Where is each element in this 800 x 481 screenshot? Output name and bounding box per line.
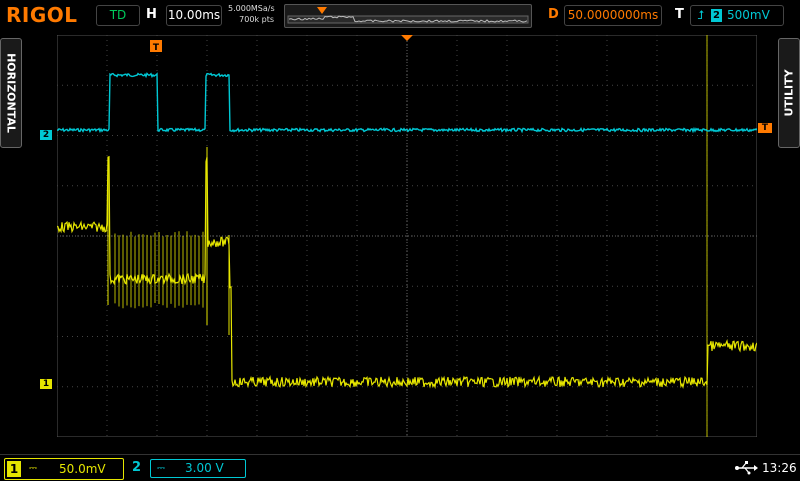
horizontal-tab-label: HORIZONTAL	[4, 53, 18, 133]
timebase-value[interactable]: 10.00ms	[166, 5, 222, 26]
dc-coupling-icon: ⎓	[29, 463, 37, 474]
memory-overview-graphic	[287, 7, 529, 24]
ch1-settings[interactable]: 1 ⎓ 50.0mV	[4, 458, 124, 480]
channel-bar: 1 ⎓ 50.0mV 2 ⎓ 3.00 V 13:26	[0, 454, 800, 481]
run-state-badge[interactable]: TD	[96, 5, 140, 26]
memory-overview-bar[interactable]	[284, 4, 532, 28]
trigger-settings[interactable]: ⮥ 2 500mV	[690, 5, 784, 26]
memory-depth: 700k pts	[239, 15, 274, 24]
grid-lines	[57, 35, 757, 437]
utility-tab[interactable]: UTILITY	[778, 38, 800, 148]
ch2-scale-box: ⎓ 3.00 V	[150, 459, 246, 478]
overview-trigger-icon	[317, 7, 327, 14]
delay-label: D	[548, 7, 559, 22]
trigger-source-badge: 2	[711, 9, 722, 22]
ch2-ground-marker[interactable]: 2	[40, 130, 52, 140]
ch1-scale: 50.0mV	[59, 462, 106, 476]
sample-rate: 5.000MSa/s	[228, 4, 275, 13]
status-bar: RIGOL TD H 10.00ms 5.000MSa/s 700k pts D…	[0, 0, 800, 30]
waveform-display[interactable]: T	[57, 35, 757, 437]
ch1-number: 1	[7, 461, 21, 477]
delay-value[interactable]: 50.0000000ms	[564, 5, 662, 26]
ch1-ground-marker[interactable]: 1	[40, 379, 52, 389]
clock: 13:26	[762, 461, 797, 475]
usb-icon-graphic	[735, 461, 758, 475]
usb-icon	[734, 460, 758, 476]
utility-tab-label: UTILITY	[782, 69, 796, 117]
trigger-level-marker[interactable]: T	[758, 123, 772, 133]
brand-logo: RIGOL	[6, 3, 78, 27]
ch2-scale: 3.00 V	[185, 461, 224, 475]
dc-coupling-icon: ⎓	[157, 463, 165, 474]
horizontal-tab[interactable]: HORIZONTAL	[0, 38, 22, 148]
ch2-number: 2	[132, 460, 142, 475]
trigger-point-label: T	[153, 43, 160, 53]
trigger-position-icon	[401, 35, 413, 41]
trigger-level: 500mV	[727, 8, 770, 22]
ch2-settings[interactable]: 2 ⎓ 3.00 V	[128, 458, 246, 478]
trigger-label: T	[675, 7, 684, 22]
rising-edge-icon: ⮥	[697, 8, 705, 22]
acquisition-info: 5.000MSa/s 700k pts	[228, 3, 275, 25]
horizontal-label: H	[146, 7, 157, 22]
